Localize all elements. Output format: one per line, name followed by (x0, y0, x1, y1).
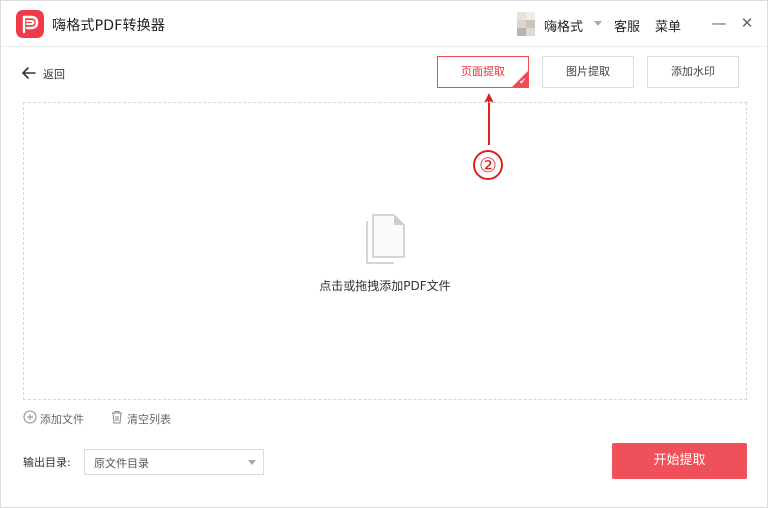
tab-page-extract[interactable]: 页面提取 ✔ (437, 56, 529, 88)
output-dir-value: 原文件目录 (94, 457, 149, 470)
minimize-button[interactable]: — (710, 13, 728, 33)
arrow-left-icon (22, 67, 36, 79)
title-bar: 嗨格式PDF转换器 嗨格式 客服 菜单 — ✕ (1, 1, 767, 47)
tab-label: 页面提取 (461, 65, 505, 78)
chevron-down-icon (248, 460, 256, 465)
tab-add-watermark[interactable]: 添加水印 (647, 56, 739, 88)
trash-icon (112, 411, 122, 424)
chevron-down-icon[interactable] (594, 21, 602, 26)
tab-label: 添加水印 (671, 65, 715, 78)
document-icon (366, 214, 405, 264)
add-circle-icon (23, 410, 37, 424)
service-button[interactable]: 客服 (614, 16, 640, 35)
app-window: 嗨格式PDF转换器 嗨格式 客服 菜单 — ✕ 返回 页面提取 ✔ 图片提取 添… (0, 0, 768, 508)
user-avatar[interactable] (517, 12, 535, 36)
output-dir-select[interactable]: 原文件目录 (84, 449, 264, 475)
close-button[interactable]: ✕ (738, 13, 756, 33)
app-title: 嗨格式PDF转换器 (52, 18, 166, 34)
app-logo-icon (16, 10, 44, 38)
start-extract-button[interactable]: 开始提取 (612, 443, 747, 479)
output-dir-label: 输出目录: (23, 456, 71, 469)
clear-list-label: 清空列表 (127, 413, 171, 426)
add-file-label: 添加文件 (40, 413, 84, 426)
tab-image-extract[interactable]: 图片提取 (542, 56, 634, 88)
back-label: 返回 (43, 68, 65, 81)
username[interactable]: 嗨格式 (544, 16, 583, 35)
check-icon: ✔ (519, 77, 526, 86)
drop-prompt: 点击或拖拽添加PDF文件 (319, 279, 451, 293)
file-drop-zone[interactable]: 点击或拖拽添加PDF文件 (23, 102, 747, 400)
menu-button[interactable]: 菜单 (655, 16, 681, 35)
tab-label: 图片提取 (566, 65, 610, 78)
